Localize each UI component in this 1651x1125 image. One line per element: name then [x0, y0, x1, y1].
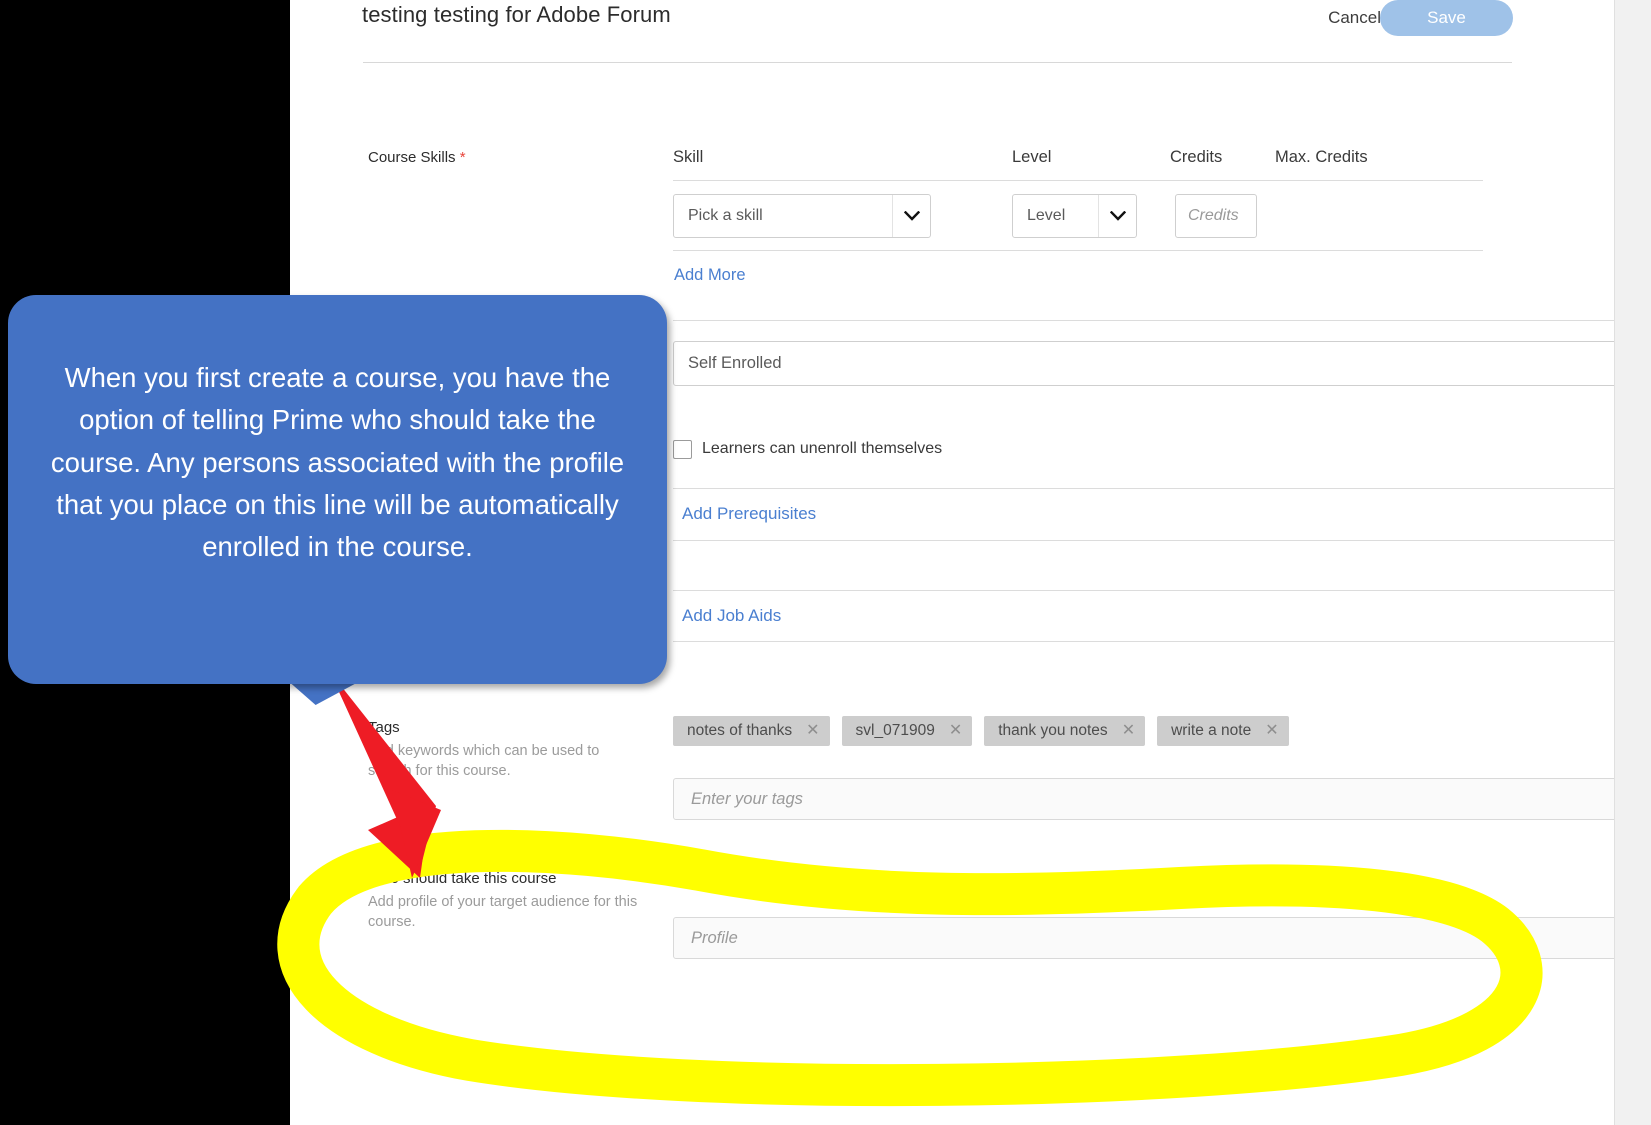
unenroll-row[interactable]: Learners can unenroll themselves [673, 425, 1614, 473]
chevron-down-icon [892, 195, 930, 237]
tag-chip[interactable]: svl_071909 ✕ [841, 716, 973, 746]
tags-label-block: Tags Add keywords which can be used to s… [368, 718, 638, 781]
add-more-skill-button[interactable]: Add More [674, 266, 746, 285]
close-icon[interactable]: ✕ [806, 723, 819, 739]
column-header-level: Level [1012, 148, 1052, 166]
job-aids-bottom-divider [673, 641, 1614, 642]
audience-label-block: Who should take this course Add profile … [368, 869, 638, 932]
page-title: testing testing for Adobe Forum [362, 2, 671, 27]
tag-chip-list: notes of thanks ✕ svl_071909 ✕ thank you… [673, 716, 1614, 746]
tag-chip[interactable]: write a note ✕ [1157, 716, 1289, 746]
skill-select-value: Pick a skill [688, 207, 763, 224]
tag-chip[interactable]: notes of thanks ✕ [673, 716, 830, 746]
skills-row-divider [673, 250, 1483, 251]
credits-input[interactable] [1175, 194, 1257, 238]
save-button[interactable]: Save [1380, 0, 1513, 36]
tags-help-text: Add keywords which can be used to search… [368, 743, 600, 779]
add-prerequisites-button[interactable]: Add Prerequisites [682, 504, 816, 524]
column-header-max-credits: Max. Credits [1275, 148, 1368, 166]
chevron-down-icon [1098, 195, 1136, 237]
unenroll-label: Learners can unenroll themselves [702, 440, 943, 457]
column-header-skill: Skill [673, 148, 704, 166]
tags-label: Tags [368, 719, 400, 736]
audience-help-text: Add profile of your target audience for … [368, 894, 638, 930]
tag-chip-label: write a note [1171, 722, 1252, 739]
add-job-aids-button[interactable]: Add Job Aids [682, 606, 781, 626]
close-icon[interactable]: ✕ [1265, 723, 1278, 739]
course-skills-label: Course Skills * [368, 149, 466, 166]
unenroll-checkbox[interactable] [673, 439, 692, 459]
tag-chip-label: thank you notes [998, 722, 1108, 739]
prerequisites-top-divider [673, 488, 1614, 489]
skills-table-header: Skill Level Credits Max. Credits [673, 148, 1483, 180]
enrollment-type-value: Self Enrolled [688, 354, 782, 372]
audience-label: Who should take this course [368, 870, 557, 887]
job-aids-top-divider [673, 590, 1614, 591]
level-select[interactable]: Level [1012, 194, 1137, 238]
course-skills-label-block: Course Skills * [368, 148, 638, 168]
course-editor-page: testing testing for Adobe Forum Cancel S… [290, 0, 1614, 1125]
profile-input[interactable] [673, 917, 1614, 959]
enrollment-top-divider [673, 320, 1614, 321]
tag-chip-label: svl_071909 [855, 722, 935, 739]
required-asterisk: * [459, 149, 466, 166]
column-header-credits: Credits [1170, 148, 1223, 166]
skills-header-divider [673, 180, 1483, 181]
close-icon[interactable]: ✕ [1122, 723, 1135, 739]
prerequisites-bottom-divider [673, 540, 1614, 541]
level-select-value: Level [1027, 207, 1066, 224]
vertical-scrollbar[interactable] [1614, 0, 1651, 1125]
close-icon[interactable]: ✕ [949, 723, 962, 739]
header-divider [363, 62, 1512, 63]
tags-input[interactable] [673, 778, 1614, 820]
skill-select[interactable]: Pick a skill [673, 194, 931, 238]
screenshot-root: testing testing for Adobe Forum Cancel S… [0, 0, 1651, 1125]
tag-chip[interactable]: thank you notes ✕ [984, 716, 1146, 746]
enrollment-type-select[interactable]: Self Enrolled [673, 341, 1614, 386]
tag-chip-label: notes of thanks [687, 722, 793, 739]
cancel-button[interactable]: Cancel [1328, 8, 1381, 28]
